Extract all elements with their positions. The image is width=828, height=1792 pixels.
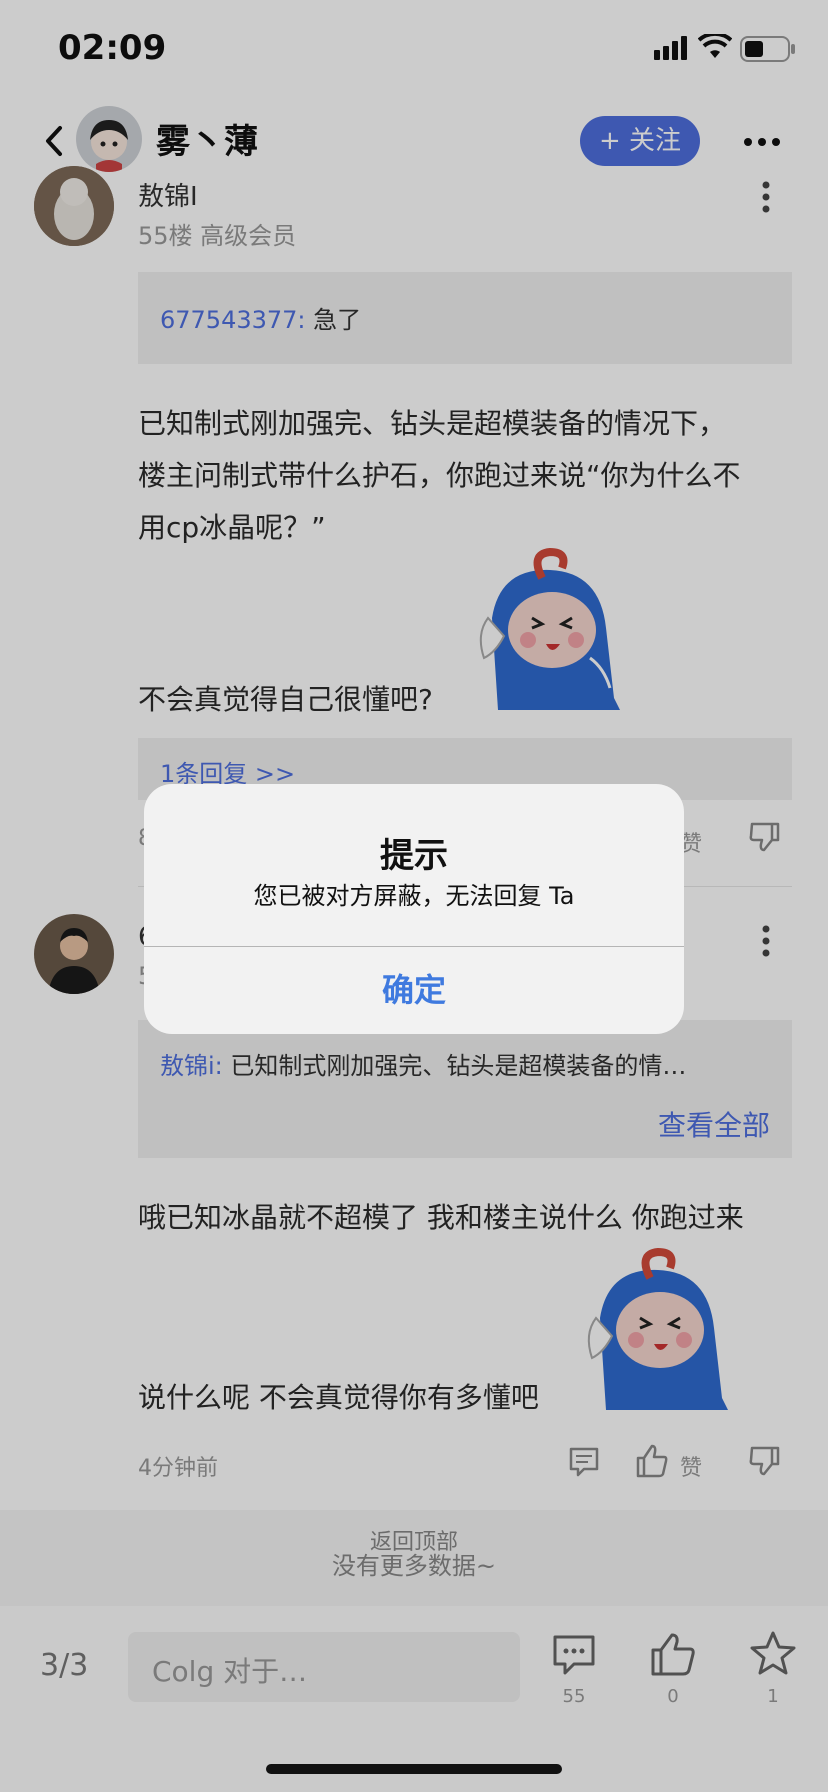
home-indicator[interactable] bbox=[266, 1764, 562, 1774]
dialog-message: 您已被对方屏蔽，无法回复 Ta bbox=[253, 882, 575, 910]
dialog-ok-button[interactable]: 确定 bbox=[144, 946, 684, 1034]
dialog-title: 提示 bbox=[380, 836, 448, 876]
alert-dialog: 提示 您已被对方屏蔽，无法回复 Ta 确定 bbox=[144, 784, 684, 1034]
